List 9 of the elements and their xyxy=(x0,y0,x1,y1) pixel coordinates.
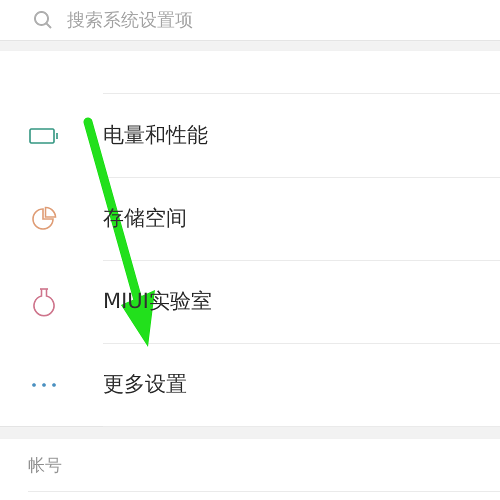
search-icon xyxy=(33,10,53,30)
setting-item[interactable]: 电量和性能 xyxy=(103,121,208,149)
battery-icon xyxy=(28,126,58,144)
more-icon xyxy=(30,382,56,388)
pie-chart-icon xyxy=(30,206,56,232)
section-title: 帐号 xyxy=(28,454,62,476)
flask-icon xyxy=(32,286,56,316)
search-field[interactable]: 搜索系统设置项 xyxy=(67,10,367,30)
setting-item[interactable]: 更多设置 xyxy=(103,370,187,398)
